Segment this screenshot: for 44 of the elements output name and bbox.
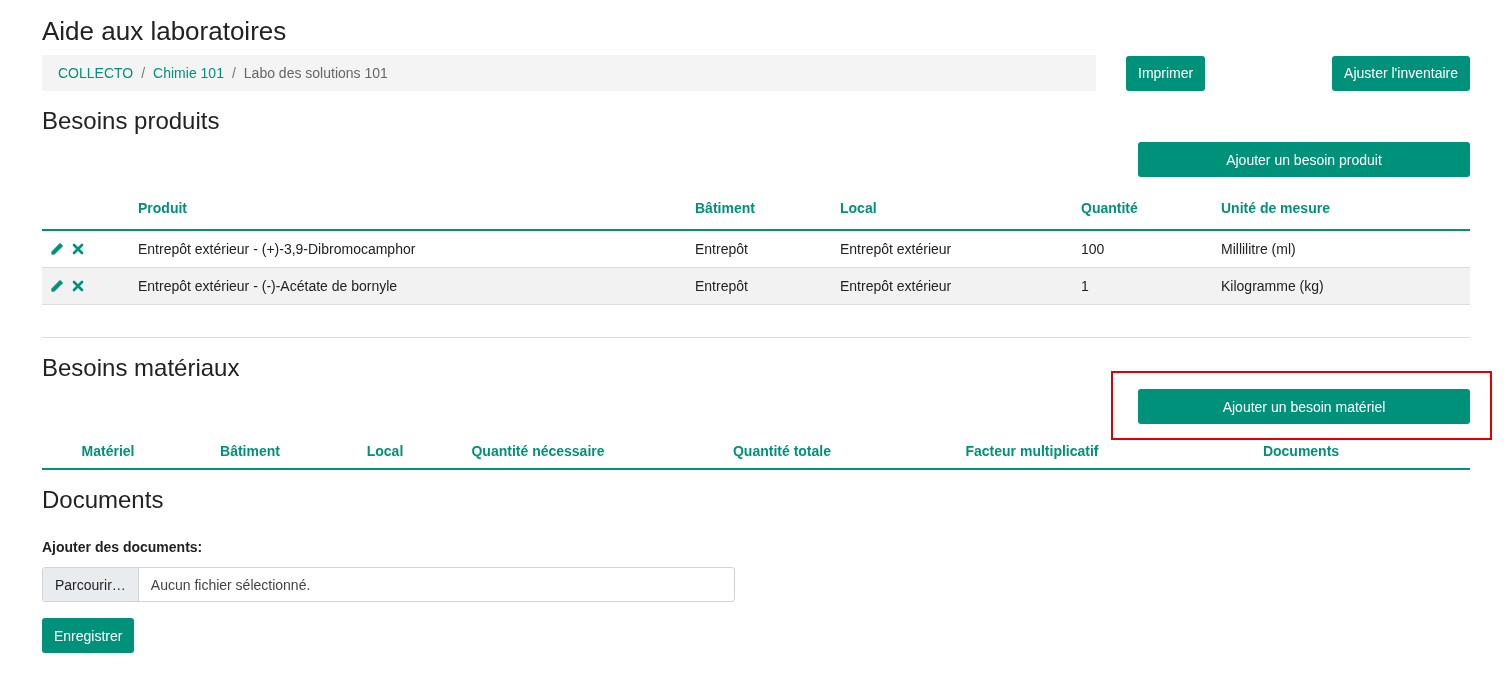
column-header: Quantité totale xyxy=(733,442,831,461)
column-header: Matériel xyxy=(81,442,135,461)
section-title: Documents xyxy=(42,485,164,515)
close-icon[interactable] xyxy=(72,243,84,255)
breadcrumb-current: Labo des solutions 101 xyxy=(243,64,388,83)
pencil-icon[interactable] xyxy=(50,242,64,256)
table-cell-text: Entrepôt extérieur xyxy=(840,277,952,296)
add-material-button[interactable]: Ajouter un besoin matériel xyxy=(1138,389,1470,424)
column-header: Unité de mesure xyxy=(1221,199,1330,218)
table-cell-text: Entrepôt extérieur - (+)-3,9-Dibromocamphor xyxy=(138,240,416,259)
table-cell-text: Entrepôt extérieur xyxy=(840,240,952,259)
table-cell-text: Entrepôt extérieur - (-)-Acétate de bornyle xyxy=(138,277,398,296)
breadcrumb-separator: / xyxy=(230,64,237,83)
table-cell-text: Millilitre (ml) xyxy=(1221,240,1296,259)
table-cell-text: Kilogramme (kg) xyxy=(1221,277,1324,296)
column-header: Bâtiment xyxy=(220,442,280,461)
browse-button[interactable]: Parcourir… xyxy=(43,568,139,601)
breadcrumb-link[interactable]: Chimie 101 xyxy=(153,63,224,83)
column-header: Documents xyxy=(1262,442,1340,461)
section-title: Besoins matériaux xyxy=(42,353,240,383)
breadcrumb-separator: / xyxy=(140,64,147,83)
add-product-button[interactable]: Ajouter un besoin produit xyxy=(1138,142,1470,177)
breadcrumb-link[interactable]: COLLECTO xyxy=(58,63,134,83)
table-cell-text: 100 xyxy=(1081,240,1105,259)
column-header: Facteur multiplicatif xyxy=(965,442,1099,461)
column-header: Quantité nécessaire xyxy=(471,442,605,461)
column-header: Local xyxy=(366,442,404,461)
column-header: Quantité xyxy=(1081,199,1138,218)
file-input[interactable]: Parcourir… Aucun fichier sélectionné. xyxy=(42,567,735,602)
close-icon[interactable] xyxy=(72,280,84,292)
table-cell-text: Entrepôt xyxy=(695,277,748,296)
pencil-icon[interactable] xyxy=(50,279,64,293)
field-label: Ajouter des documents: xyxy=(42,538,203,557)
column-header: Produit xyxy=(138,199,187,218)
table-cell-text: Entrepôt xyxy=(695,240,748,259)
column-header: Local xyxy=(840,199,877,218)
save-button[interactable]: Enregistrer xyxy=(42,618,135,653)
header-button[interactable]: Ajuster l'inventaire xyxy=(1332,55,1470,91)
page-title: Aide aux laboratoires xyxy=(42,15,287,47)
header-button[interactable]: Imprimer xyxy=(1126,55,1206,91)
table-cell-text: 1 xyxy=(1081,277,1089,296)
section-title: Besoins produits xyxy=(42,106,220,136)
column-header: Bâtiment xyxy=(695,199,755,218)
file-status: Aucun fichier sélectionné. xyxy=(149,575,312,595)
